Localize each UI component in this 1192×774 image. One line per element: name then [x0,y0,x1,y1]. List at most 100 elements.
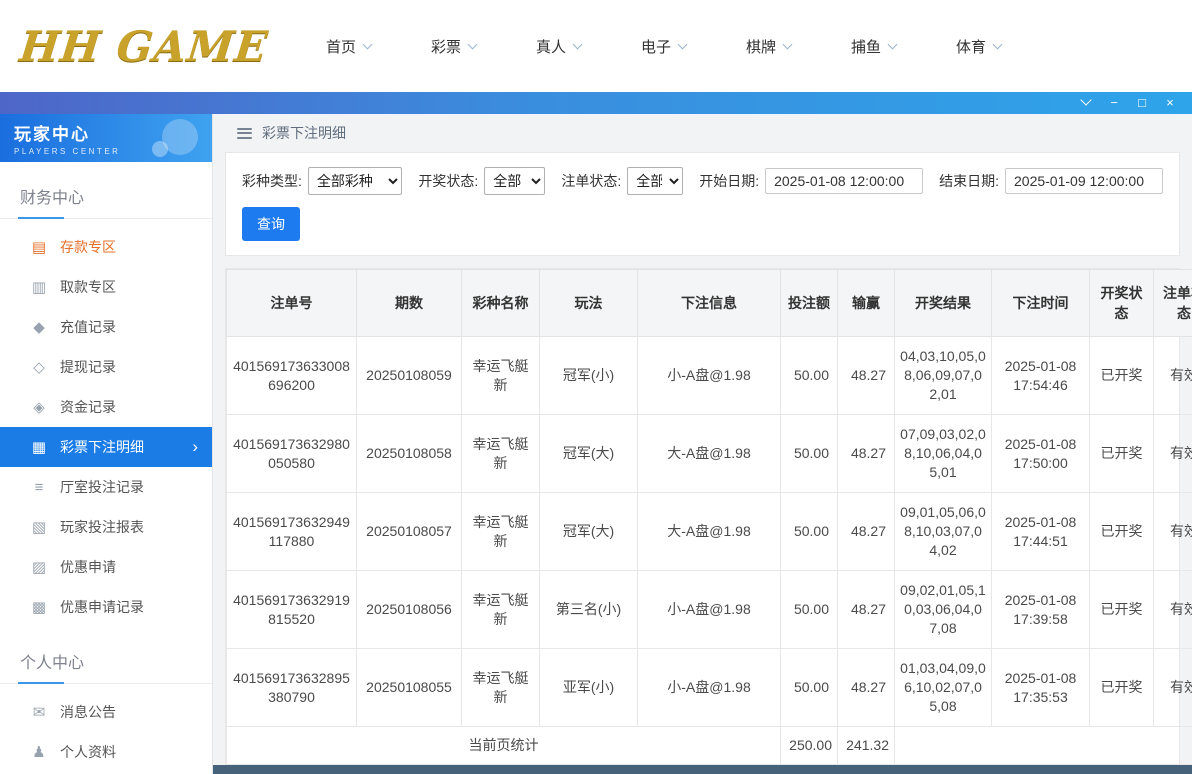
sidebar-item-withdrawal-records[interactable]: ◇提现记录 [0,347,212,387]
nav-item-label: 真人 [536,36,566,57]
cell-bet-info: 大-A盘@1.98 [638,415,781,493]
sidebar-item-lottery-bet-details[interactable]: ▦彩票下注明细› [0,427,212,467]
cell-bet-amount: 50.00 [781,493,838,571]
cell-bet-info: 小-A盘@1.98 [638,571,781,649]
cell-period: 20250108058 [357,415,462,493]
nav-item-home[interactable]: 首页 [326,36,371,57]
sidebar-item-label: 个人资料 [60,742,116,762]
sidebar-item-label: 玩家投注报表 [60,517,144,537]
sidebar-item-deposit[interactable]: ▤存款专区 [0,227,212,267]
end-date-input[interactable] [1005,168,1163,194]
cell-bet-no: 401569173633008696200 [227,337,357,415]
cell-lottery-name: 幸运飞艇新 [462,649,540,727]
lottery-type-select[interactable]: 全部彩种 [308,167,402,195]
chevron-down-icon [993,39,1003,49]
cell-bet-info: 小-A盘@1.98 [638,649,781,727]
sidebar-item-player-bet-report[interactable]: ▧ 玩家投注报表 [0,507,212,547]
sidebar-item-label: 消息公告 [60,702,116,722]
summary-winloss-total: 241.32 [838,727,895,765]
cell-win-loss: 48.27 [838,493,895,571]
close-button[interactable]: × [1156,92,1184,114]
player-bet-report-icon: ▧ [30,518,48,536]
decorative-graphic [152,117,204,159]
sidebar-item-funds-records[interactable]: ◈资金记录 [0,387,212,427]
table-row: 401569173632919815520 20250108056 幸运飞艇新 … [227,571,1192,649]
sidebar-item-withdraw[interactable]: ▥取款专区 [0,267,212,307]
withdrawal-records-icon: ◇ [30,358,48,376]
table-row: 401569173632980050580 20250108058 幸运飞艇新 … [227,415,1192,493]
column-header-bet-amount: 投注额 [781,270,838,337]
sidebar-item-recharge-records[interactable]: ◆充值记录 [0,307,212,347]
section-personal-center: 个人中心 [0,641,212,684]
sidebar-item-label: 优惠申请记录 [60,597,144,617]
sidebar-item-promo-application[interactable]: ▨ 优惠申请 [0,547,212,587]
bet-details-table-card: 注单号 期数 彩种名称 玩法 下注信息 投注额 输赢 开奖结果 下注时间 开奖状… [225,268,1180,774]
cell-period: 20250108057 [357,493,462,571]
cell-play-type: 冠军(大) [540,415,638,493]
cell-bet-amount: 50.00 [781,337,838,415]
order-status-select[interactable]: 全部 [627,167,683,195]
cell-draw-status: 已开奖 [1090,415,1154,493]
section-finance-center: 财务中心 [0,176,212,219]
window-titlebar: − □ × [0,92,1192,114]
cell-bet-no: 401569173632949117880 [227,493,357,571]
filter-panel: 彩种类型: 全部彩种 开奖状态: 全部 注单状态: 全部 开始日期: 结束日期:… [225,152,1180,256]
minimize-button[interactable]: − [1100,92,1128,114]
page-title: 彩票下注明细 [262,123,346,143]
sidebar-item-label: 厅室投注记录 [60,477,144,497]
horizontal-scrollbar[interactable] [213,765,1192,774]
lottery-type-label: 彩种类型: [242,171,302,191]
button-row: 查询 [242,207,1163,241]
recharge-records-icon: ◆ [30,318,48,336]
sidebar-item-profile[interactable]: ♟个人资料 [0,732,212,772]
sidebar-item-label: 资金记录 [60,397,116,417]
cell-win-loss: 48.27 [838,337,895,415]
cell-draw-result: 04,03,10,05,08,06,09,07,02,01 [895,337,992,415]
nav-item-boardgames[interactable]: 棋牌 [746,36,791,57]
menu-toggle-icon[interactable] [237,128,252,139]
column-header-win-loss: 输赢 [838,270,895,337]
summary-bet-total: 250.00 [781,727,838,765]
cell-order-status: 有效 [1154,415,1192,493]
cell-bet-info: 大-A盘@1.98 [638,493,781,571]
cell-bet-time: 2025-01-08 17:50:00 [992,415,1090,493]
start-date-label: 开始日期: [699,171,759,191]
nav-item-label: 捕鱼 [851,36,881,57]
cell-period: 20250108059 [357,337,462,415]
cell-bet-no: 401569173632895380790 [227,649,357,727]
nav-item-lottery[interactable]: 彩票 [431,36,476,57]
cell-period: 20250108055 [357,649,462,727]
cell-draw-status: 已开奖 [1090,493,1154,571]
sidebar-item-promo-application-records[interactable]: ▩优惠申请记录 [0,587,212,627]
draw-status-select[interactable]: 全部 [484,167,545,195]
sidebar-item-label: 取款专区 [60,277,116,297]
app-window: HH GAME 首页 彩票 真人 电子 棋牌 捕鱼 体育 − □ × 玩家中心 … [0,0,1192,774]
nav-item-slots[interactable]: 电子 [641,36,686,57]
sidebar-header: 玩家中心 PLAYERS CENTER [0,114,212,162]
query-button[interactable]: 查询 [242,207,300,241]
sidebar-item-label: 优惠申请 [60,557,116,577]
nav-item-fishing[interactable]: 捕鱼 [851,36,896,57]
collapse-button[interactable] [1072,92,1100,114]
start-date-input[interactable] [765,168,923,194]
main-content: 彩票下注明细 彩种类型: 全部彩种 开奖状态: 全部 注单状态: 全部 开始日期… [213,114,1192,774]
nav-item-live[interactable]: 真人 [536,36,581,57]
cell-play-type: 亚军(小) [540,649,638,727]
promo-application-icon: ▨ [30,558,48,576]
column-header-order-status: 注单状态 [1154,270,1192,337]
cell-bet-no: 401569173632919815520 [227,571,357,649]
sidebar-item-announcements[interactable]: ✉消息公告 [0,692,212,732]
end-date-label: 结束日期: [939,171,999,191]
cell-bet-info: 小-A盘@1.98 [638,337,781,415]
page-summary-row: 当前页统计 250.00 241.32 [227,727,1192,765]
chevron-right-icon: › [192,437,198,457]
summary-label: 当前页统计 [227,727,781,765]
nav-item-label: 彩票 [431,36,461,57]
chevron-down-icon [363,39,373,49]
chevron-down-icon [888,39,898,49]
maximize-button[interactable]: □ [1128,92,1156,114]
nav-item-sports[interactable]: 体育 [956,36,1001,57]
sidebar-item-room-bet-records[interactable]: ≡厅室投注记录 [0,467,212,507]
column-header-draw-status: 开奖状态 [1090,270,1154,337]
cell-order-status: 有效 [1154,571,1192,649]
